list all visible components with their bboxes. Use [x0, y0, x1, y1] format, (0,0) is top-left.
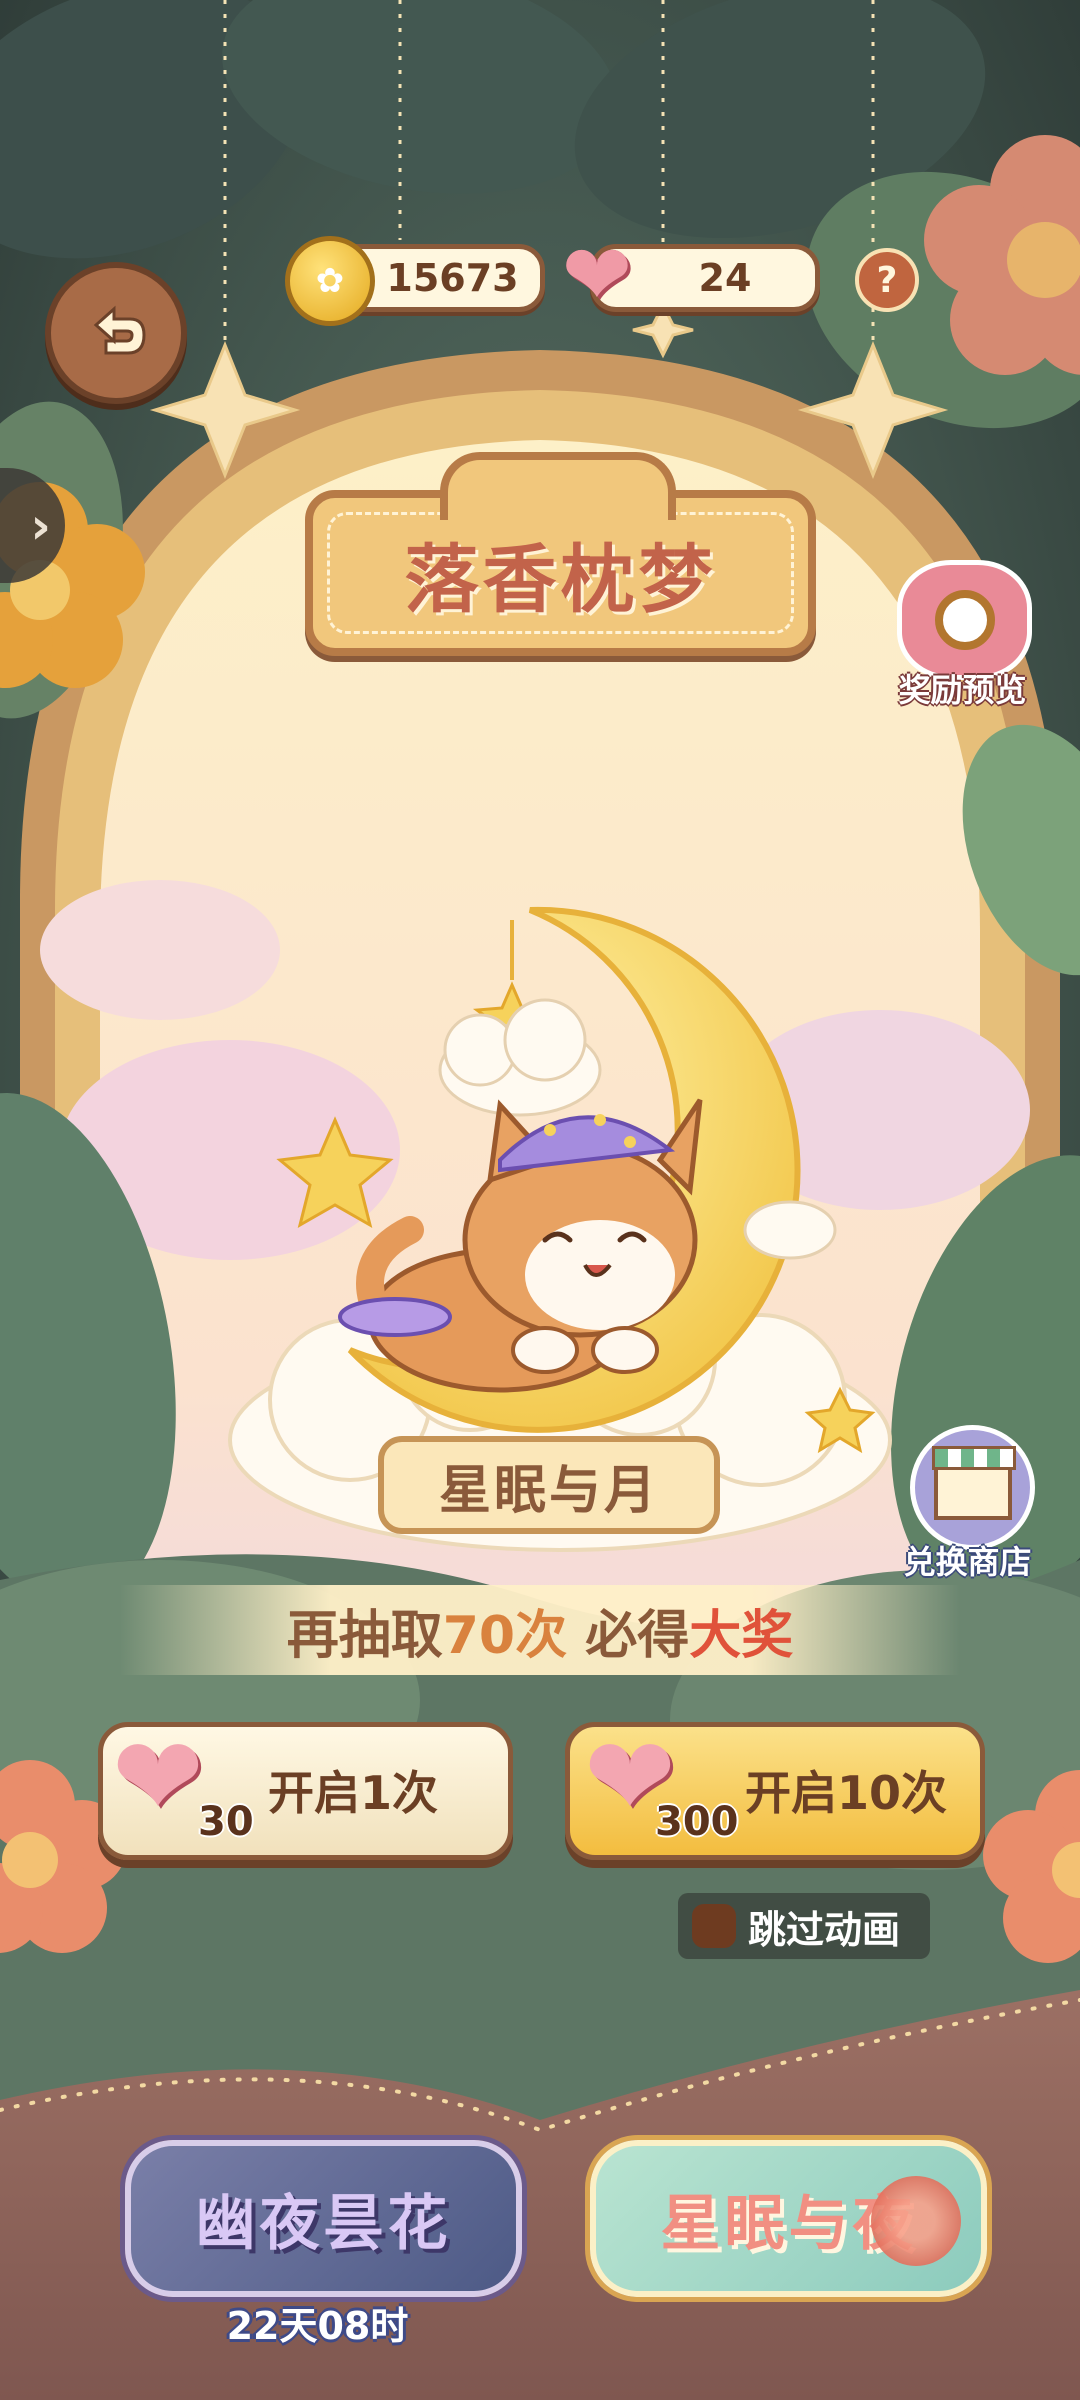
open-one-label: 开启1次: [268, 1766, 439, 1820]
open-ten-label: 开启10次: [745, 1766, 948, 1820]
shop-icon: [910, 1425, 1035, 1550]
guarantee-middle: 必得: [567, 1605, 690, 1666]
skip-checkbox[interactable]: [692, 1904, 736, 1948]
tab-star-sleep-night[interactable]: 星眠与夜: [590, 2140, 987, 2297]
skip-animation-toggle[interactable]: 跳过动画: [678, 1893, 930, 1959]
reward-preview-label: 奖励预览: [898, 671, 1027, 709]
rose-icon: [871, 2176, 961, 2266]
open-one-cost: 30: [198, 1799, 254, 1845]
event-title: 落香枕梦: [404, 536, 717, 623]
tab-night-epiphyllum-label: 幽夜昙花: [195, 2189, 452, 2259]
prize-name: 星眠与月: [438, 1460, 659, 1521]
help-icon: ?: [876, 259, 898, 301]
guarantee-prefix: 再抽取: [286, 1605, 443, 1666]
skip-animation-label: 跳过动画: [748, 1907, 901, 1952]
heart-gem-icon: ❤: [561, 226, 633, 324]
guarantee-banner: 再抽取 70次 必得 大奖: [120, 1585, 960, 1675]
back-button[interactable]: [45, 262, 187, 404]
guarantee-suffix: 大奖: [689, 1605, 794, 1666]
exchange-shop-label: 兑换商店: [903, 1543, 1032, 1581]
open-one-button[interactable]: ❤ 30 开启1次: [98, 1717, 513, 1860]
help-button[interactable]: ?: [855, 248, 919, 312]
magnifier-icon: [897, 560, 1032, 680]
side-arrow-icon: ›: [30, 496, 51, 555]
open-ten-button[interactable]: ❤ 300 开启10次: [565, 1717, 985, 1860]
open-ten-cost: 300: [655, 1799, 739, 1845]
coin-value: 15673: [386, 256, 519, 300]
exchange-shop-button[interactable]: 兑换商店: [895, 1425, 1040, 1590]
prize-name-banner: 星眠与月: [378, 1436, 720, 1534]
title-plaque-tab: [440, 452, 676, 520]
back-arrow-icon: [93, 305, 146, 355]
heart-value: 24: [698, 256, 752, 300]
tab-night-epiphyllum-timer: 22天08时: [226, 2304, 409, 2348]
coin-icon: ✿: [285, 236, 375, 326]
tab-night-epiphyllum[interactable]: 幽夜昙花: [125, 2140, 522, 2297]
guarantee-count: 70次: [442, 1605, 568, 1666]
reward-preview-button[interactable]: 奖励预览: [885, 560, 1040, 720]
